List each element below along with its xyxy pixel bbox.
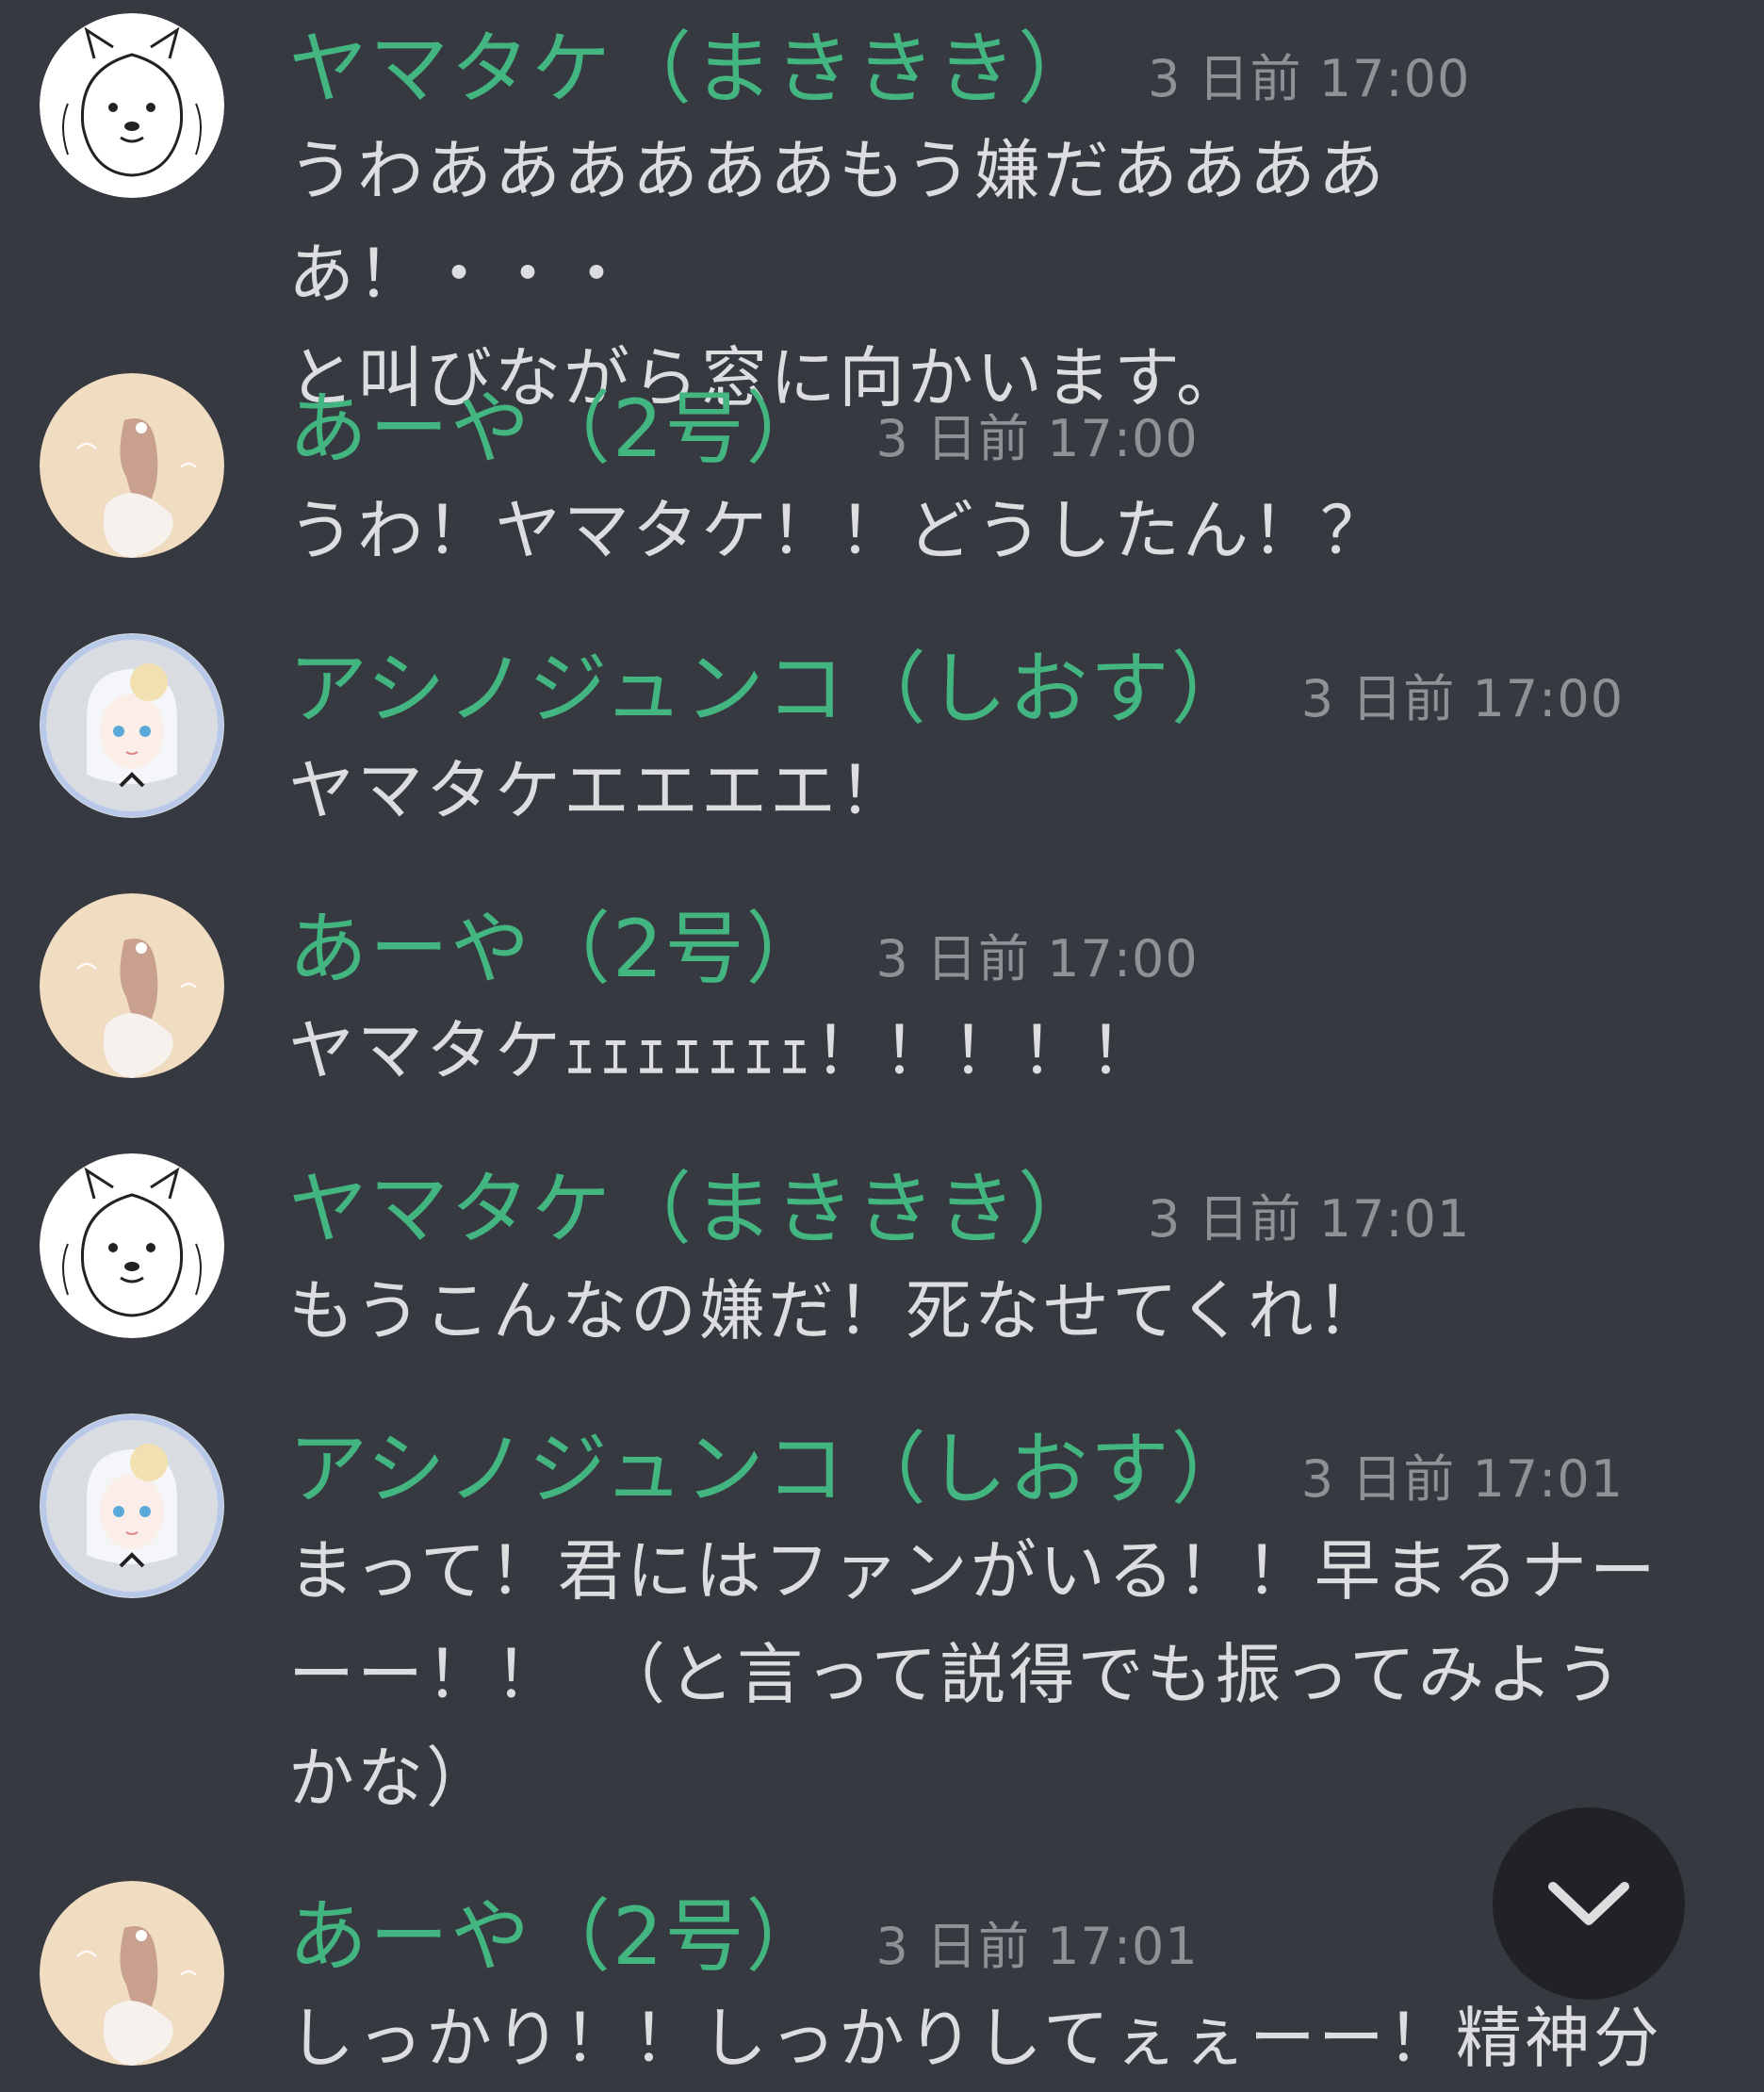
- girl-white-icon: [40, 633, 224, 818]
- girl-white-avatar[interactable]: [40, 1414, 224, 1598]
- username[interactable]: ヤマタケ（まききき）: [288, 17, 1099, 121]
- username[interactable]: アシノジュンコ（しおす）: [288, 1417, 1252, 1521]
- timestamp: 3 日前 17:00: [1148, 49, 1471, 108]
- girl-pink-icon: [40, 893, 224, 1078]
- timestamp: 3 日前 17:00: [1300, 669, 1625, 728]
- scroll-to-bottom-button[interactable]: [1493, 1807, 1685, 2000]
- username[interactable]: あーや（2号）: [288, 1885, 826, 1988]
- message-text: しっかり！！しっかりしてぇぇーー！精神分: [288, 2000, 1662, 2077]
- chevron-down-icon: [1548, 1882, 1629, 1925]
- girl-pink-avatar[interactable]: [40, 1881, 224, 2066]
- girl-white-avatar[interactable]: [40, 633, 224, 818]
- squirrel-avatar[interactable]: [40, 13, 224, 198]
- girl-pink-avatar[interactable]: [40, 893, 224, 1078]
- username[interactable]: ヤマタケ（まききき）: [288, 1157, 1099, 1261]
- squirrel-avatar[interactable]: [40, 1153, 224, 1338]
- timestamp: 3 日前 17:01: [875, 1917, 1199, 1976]
- squirrel-icon: [40, 1153, 224, 1338]
- username[interactable]: あーや（2号）: [288, 897, 826, 1001]
- message-text: うわ！ヤマタケ！！どうしたん！？: [288, 492, 1389, 569]
- username[interactable]: アシノジュンコ（しおす）: [288, 637, 1252, 741]
- girl-pink-icon: [40, 373, 224, 558]
- timestamp: 3 日前 17:00: [875, 409, 1199, 468]
- message-text: ヤマタケｪｪｪｪｪｪｪ！！！！！: [288, 1012, 1158, 1089]
- username[interactable]: あーや（2号）: [288, 377, 826, 481]
- chat-message-list[interactable]: ヤマタケ（まききき） 3 日前 17:00 うわああああああもう嫌だあああああ！…: [0, 0, 1764, 2092]
- message-text: まって！君にはファンがいる！！早まるナー ーー！！ （と言って説得でも振ってみよ…: [288, 1532, 1658, 1817]
- timestamp: 3 日前 17:01: [1300, 1449, 1625, 1509]
- girl-pink-icon: [40, 1881, 224, 2066]
- message-text: ヤマタケエエエエ！: [288, 752, 907, 829]
- girl-pink-avatar[interactable]: [40, 373, 224, 558]
- squirrel-icon: [40, 13, 224, 198]
- message-text: もうこんなの嫌だ！死なせてくれ！: [288, 1272, 1385, 1349]
- timestamp: 3 日前 17:00: [875, 929, 1199, 989]
- timestamp: 3 日前 17:01: [1148, 1189, 1471, 1249]
- girl-white-icon: [40, 1414, 224, 1598]
